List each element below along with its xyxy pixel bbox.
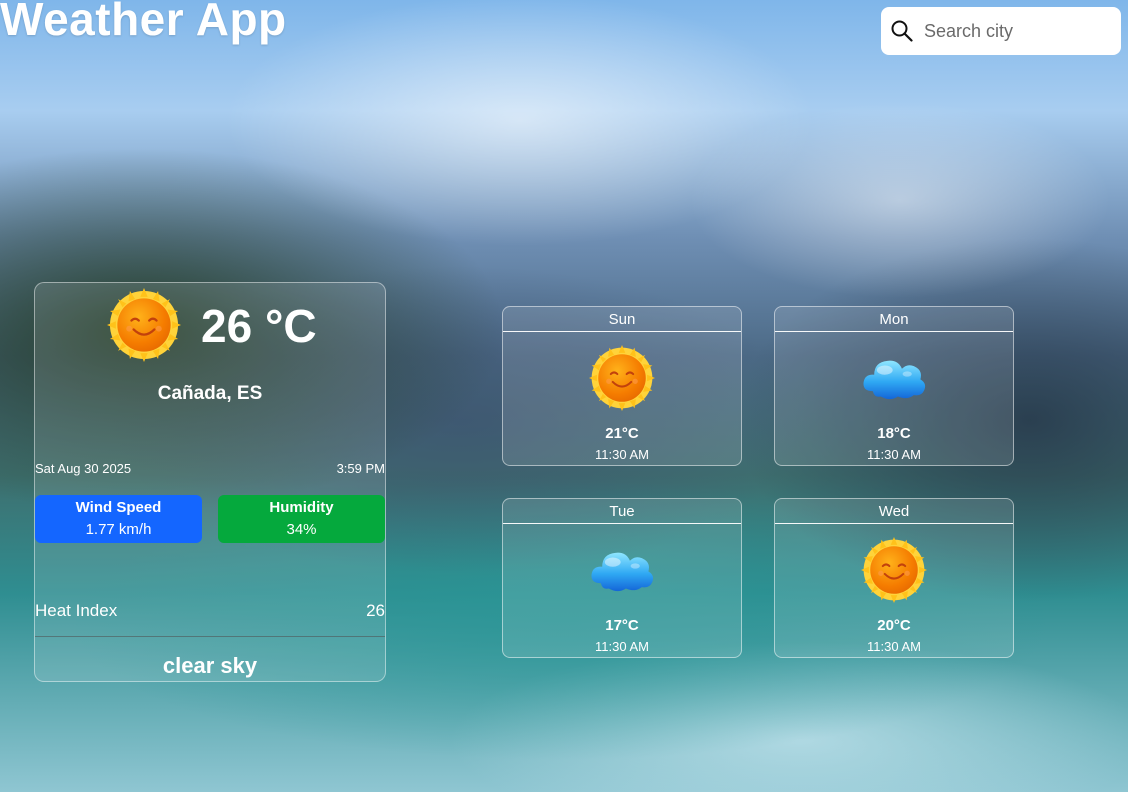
current-weather-card: 26 °C Cañada, ES Sat Aug 30 2025 3:59 PM… <box>34 282 386 682</box>
forecast-temperature: 18°C <box>877 425 911 442</box>
heat-index-label: Heat Index <box>35 601 118 620</box>
forecast-card-wed: Wed 20°C 11:30 AM <box>774 498 1014 658</box>
cloud-icon <box>863 360 926 400</box>
sun-icon <box>589 345 655 411</box>
forecast-card-mon: Mon 18°C 11:30 AM <box>774 306 1014 466</box>
forecast-day: Tue <box>503 499 741 524</box>
forecast-time: 11:30 AM <box>595 639 649 654</box>
forecast-day: Mon <box>775 307 1013 332</box>
wind-speed-label: Wind Speed <box>75 499 162 516</box>
forecast-day: Sun <box>503 307 741 332</box>
forecast-day: Wed <box>775 499 1013 524</box>
forecast-card-sun: Sun 21°C 11:30 AM <box>502 306 742 466</box>
cloud-icon <box>591 552 654 592</box>
search-input[interactable] <box>922 19 1106 43</box>
current-temperature: 26 °C <box>201 300 317 352</box>
forecast-time: 11:30 AM <box>595 447 649 462</box>
humidity-value: 34% <box>286 521 317 538</box>
app-title: Weather App <box>0 0 287 45</box>
search-bar[interactable] <box>881 7 1121 55</box>
forecast-temperature: 20°C <box>877 617 911 634</box>
humidity-box: Humidity 34% <box>218 495 385 543</box>
search-icon <box>891 20 913 42</box>
weather-description: clear sky <box>162 653 258 678</box>
location-name: Cañada, ES <box>157 383 263 404</box>
sun-icon <box>107 288 181 362</box>
forecast-temperature: 17°C <box>605 617 639 634</box>
forecast-time: 11:30 AM <box>867 447 921 462</box>
forecast-card-tue: Tue 17°C 11:30 AM <box>502 498 742 658</box>
heat-index-value: 26 <box>366 601 385 620</box>
wind-speed-box: Wind Speed 1.77 km/h <box>35 495 202 543</box>
forecast-temperature: 21°C <box>605 425 639 442</box>
forecast-time: 11:30 AM <box>867 639 921 654</box>
humidity-label: Humidity <box>269 499 334 516</box>
current-date: Sat Aug 30 2025 <box>35 461 132 476</box>
sun-icon <box>861 537 927 603</box>
current-time: 3:59 PM <box>336 461 385 476</box>
wind-speed-value: 1.77 km/h <box>85 521 152 538</box>
divider <box>35 636 385 637</box>
